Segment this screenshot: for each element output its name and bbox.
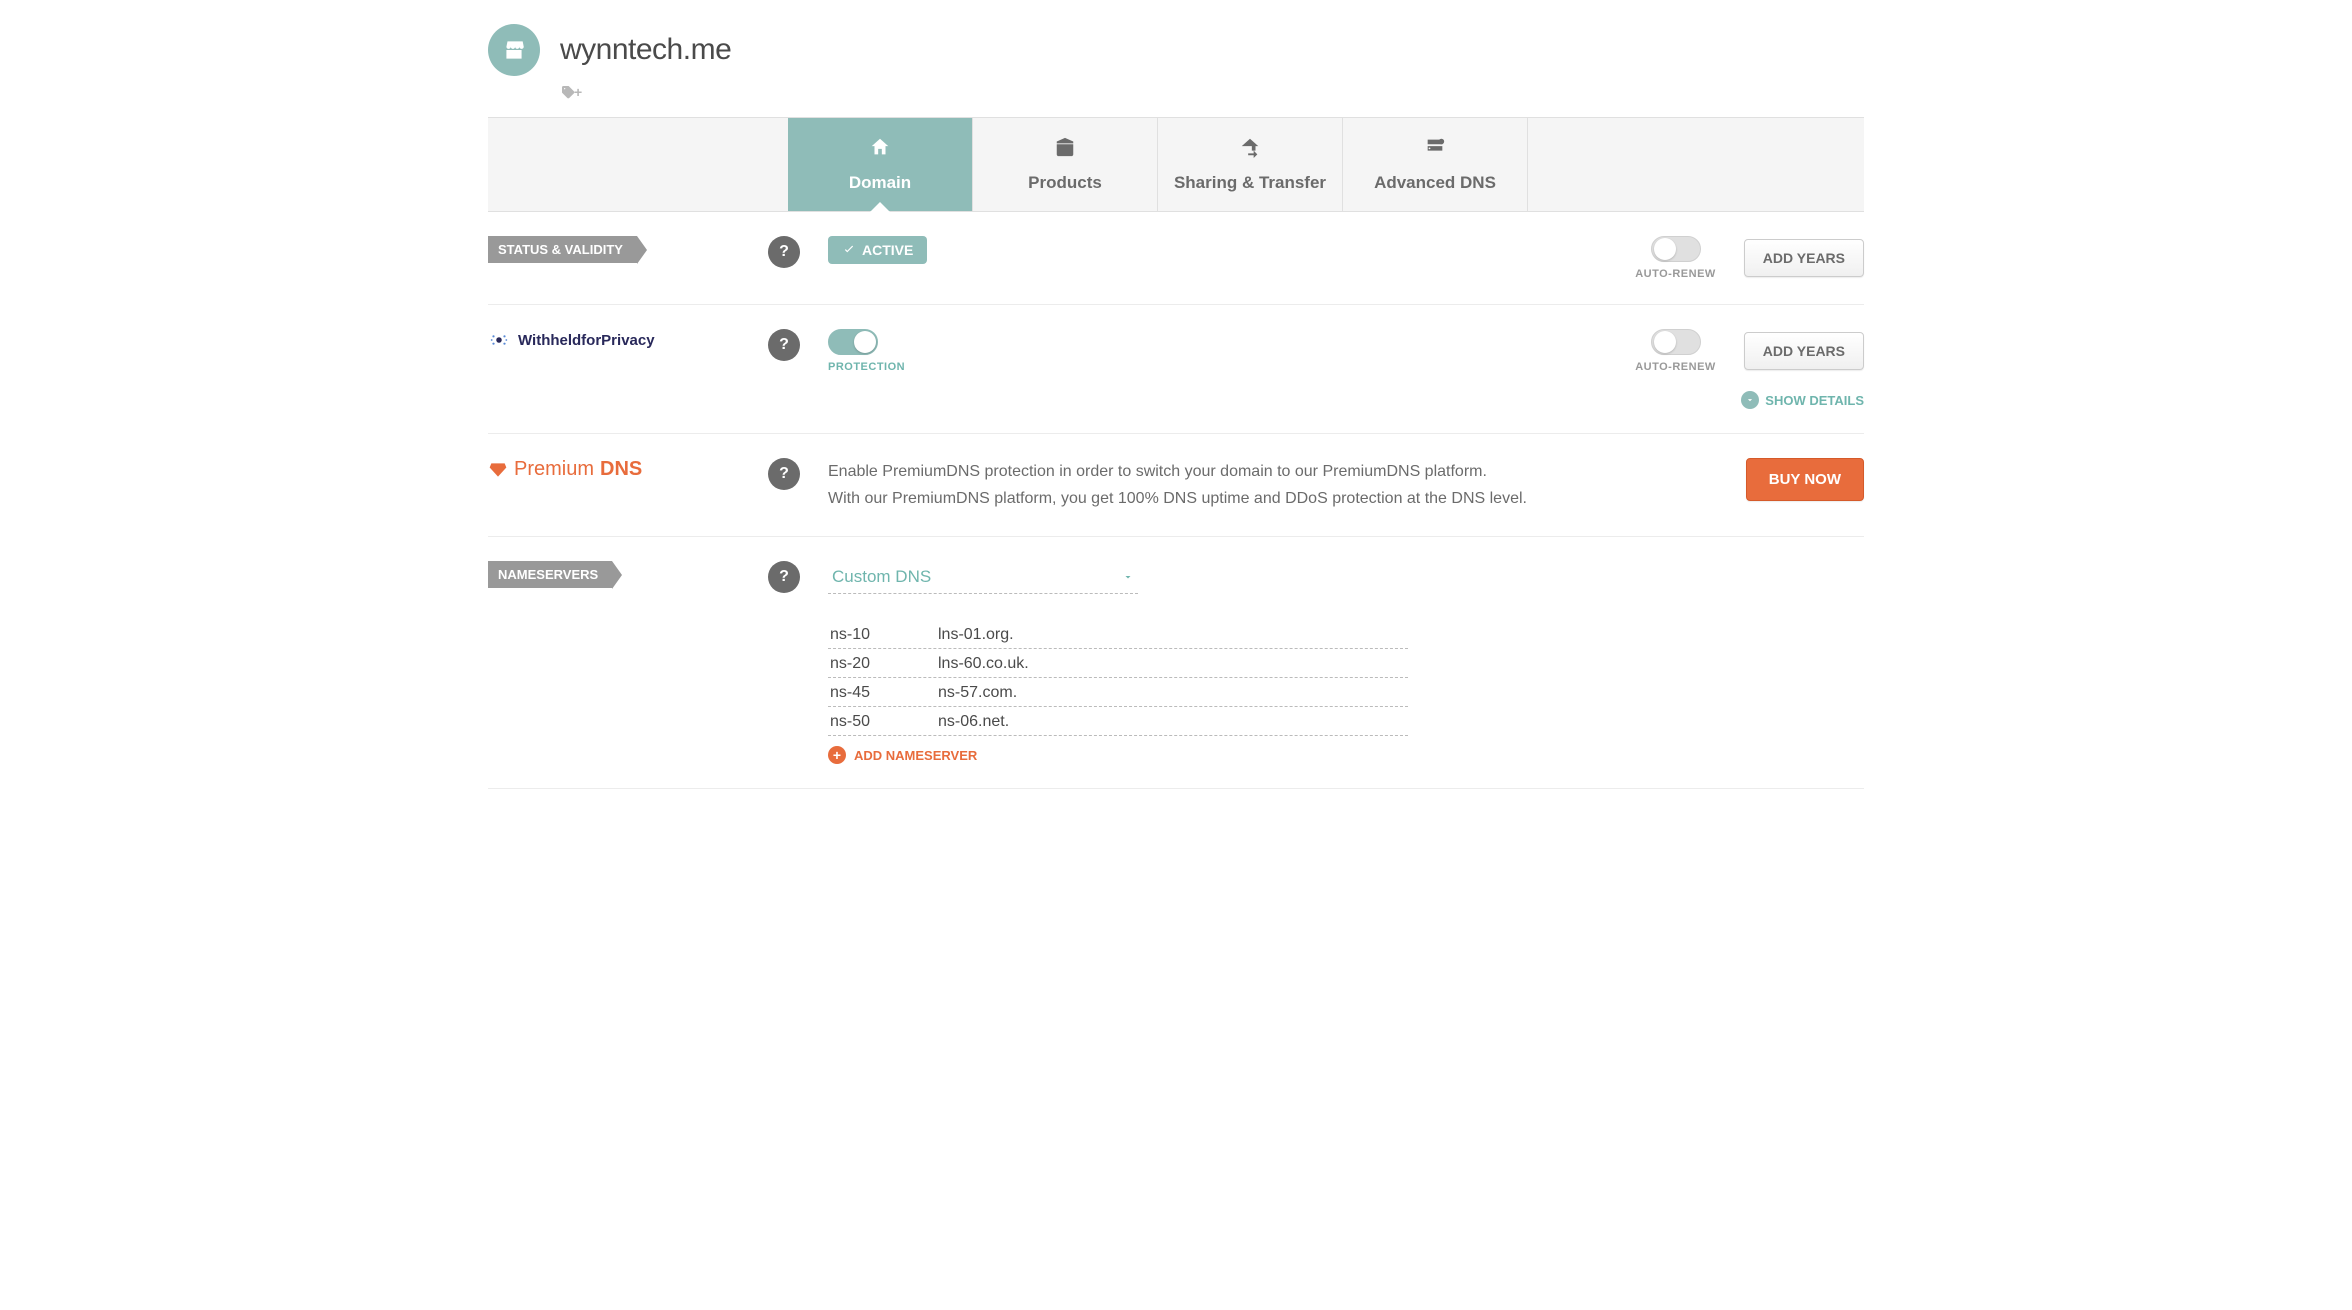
store-icon <box>488 24 540 76</box>
section-premiumdns: Premium DNS ? Enable PremiumDNS protectio… <box>488 434 1864 537</box>
add-years-button[interactable]: ADD YEARS <box>1744 239 1864 277</box>
tab-label: Advanced DNS <box>1374 173 1496 192</box>
nameserver-part2: ns-06.net. <box>938 713 1406 731</box>
page-title: wynntech.me <box>560 33 731 67</box>
show-details-text: SHOW DETAILS <box>1765 393 1864 408</box>
nameserver-input-row[interactable]: ns-45 ns-57.com. <box>828 680 1408 707</box>
protection-toggle[interactable] <box>828 329 878 355</box>
section-privacy: WithheldforPrivacy ? PROTECTION AUTO-REN… <box>488 305 1864 434</box>
help-button[interactable]: ? <box>768 561 800 593</box>
premiumdns-desc-2: With our PremiumDNS platform, you get 10… <box>828 485 1544 512</box>
box-icon <box>983 136 1147 163</box>
show-details-link[interactable]: SHOW DETAILS <box>1741 391 1864 409</box>
privacy-brand-text: WithheldforPrivacy <box>518 332 655 349</box>
nameserver-part1: ns-20 <box>830 655 898 673</box>
premiumdns-part1: Premium <box>514 458 594 481</box>
auto-renew-toggle[interactable] <box>1651 329 1701 355</box>
help-button[interactable]: ? <box>768 458 800 490</box>
buy-now-button[interactable]: BUY NOW <box>1746 458 1864 501</box>
premiumdns-brand: Premium DNS <box>488 458 642 481</box>
diamond-icon <box>488 460 508 480</box>
tab-products[interactable]: Products <box>973 118 1158 211</box>
home-icon <box>798 136 962 163</box>
tab-label: Domain <box>849 173 911 192</box>
tag-icon[interactable]: + <box>560 84 582 100</box>
check-icon <box>842 243 856 257</box>
section-status: STATUS & VALIDITY ? ACTIVE AUTO-RENEW AD… <box>488 212 1864 305</box>
nameserver-part2: lns-60.co.uk. <box>938 655 1406 673</box>
help-button[interactable]: ? <box>768 236 800 268</box>
add-nameserver-label: ADD NAMESERVER <box>854 748 977 763</box>
nameserver-input-row[interactable]: ns-20 lns-60.co.uk. <box>828 651 1408 678</box>
nameserver-select[interactable]: Custom DNS <box>828 561 1138 594</box>
add-nameserver-button[interactable]: + ADD NAMESERVER <box>828 746 1544 764</box>
chevron-down-icon <box>1122 571 1134 583</box>
tab-domain[interactable]: Domain <box>788 118 973 211</box>
server-icon <box>1353 136 1517 163</box>
nameserver-part1: ns-10 <box>830 626 898 644</box>
auto-renew-toggle[interactable] <box>1651 236 1701 262</box>
plus-icon: + <box>828 746 846 764</box>
premiumdns-desc-1: Enable PremiumDNS protection in order to… <box>828 458 1544 485</box>
tab-advanced-dns[interactable]: Advanced DNS <box>1343 118 1528 211</box>
tab-label: Products <box>1028 173 1102 192</box>
nameserver-select-value: Custom DNS <box>832 567 931 587</box>
toggle-label: AUTO-RENEW <box>1635 268 1716 280</box>
privacy-brand: WithheldforPrivacy <box>488 329 655 351</box>
nameserver-part2: ns-57.com. <box>938 684 1406 702</box>
share-icon <box>1168 136 1332 163</box>
nameserver-part1: ns-45 <box>830 684 898 702</box>
help-button[interactable]: ? <box>768 329 800 361</box>
section-nameservers: NAMESERVERS ? Custom DNS ns-10 lns-01.org… <box>488 537 1864 789</box>
chevron-down-icon <box>1741 391 1759 409</box>
status-badge: ACTIVE <box>828 236 927 264</box>
status-badge-text: ACTIVE <box>862 242 913 258</box>
nameserver-part1: ns-50 <box>830 713 898 731</box>
nameserver-part2: lns-01.org. <box>938 626 1406 644</box>
add-years-button[interactable]: ADD YEARS <box>1744 332 1864 370</box>
tabs: Domain Products Sharing & Transfer Advan… <box>488 117 1864 212</box>
section-label: NAMESERVERS <box>488 561 612 588</box>
premiumdns-part2: DNS <box>600 458 642 481</box>
privacy-icon <box>488 329 510 351</box>
nameserver-input-row[interactable]: ns-50 ns-06.net. <box>828 709 1408 736</box>
section-label: STATUS & VALIDITY <box>488 236 637 263</box>
nameserver-input-row[interactable]: ns-10 lns-01.org. <box>828 622 1408 649</box>
tab-label: Sharing & Transfer <box>1174 173 1326 192</box>
toggle-label: AUTO-RENEW <box>1635 361 1716 373</box>
toggle-label: PROTECTION <box>828 361 905 373</box>
tab-sharing[interactable]: Sharing & Transfer <box>1158 118 1343 211</box>
